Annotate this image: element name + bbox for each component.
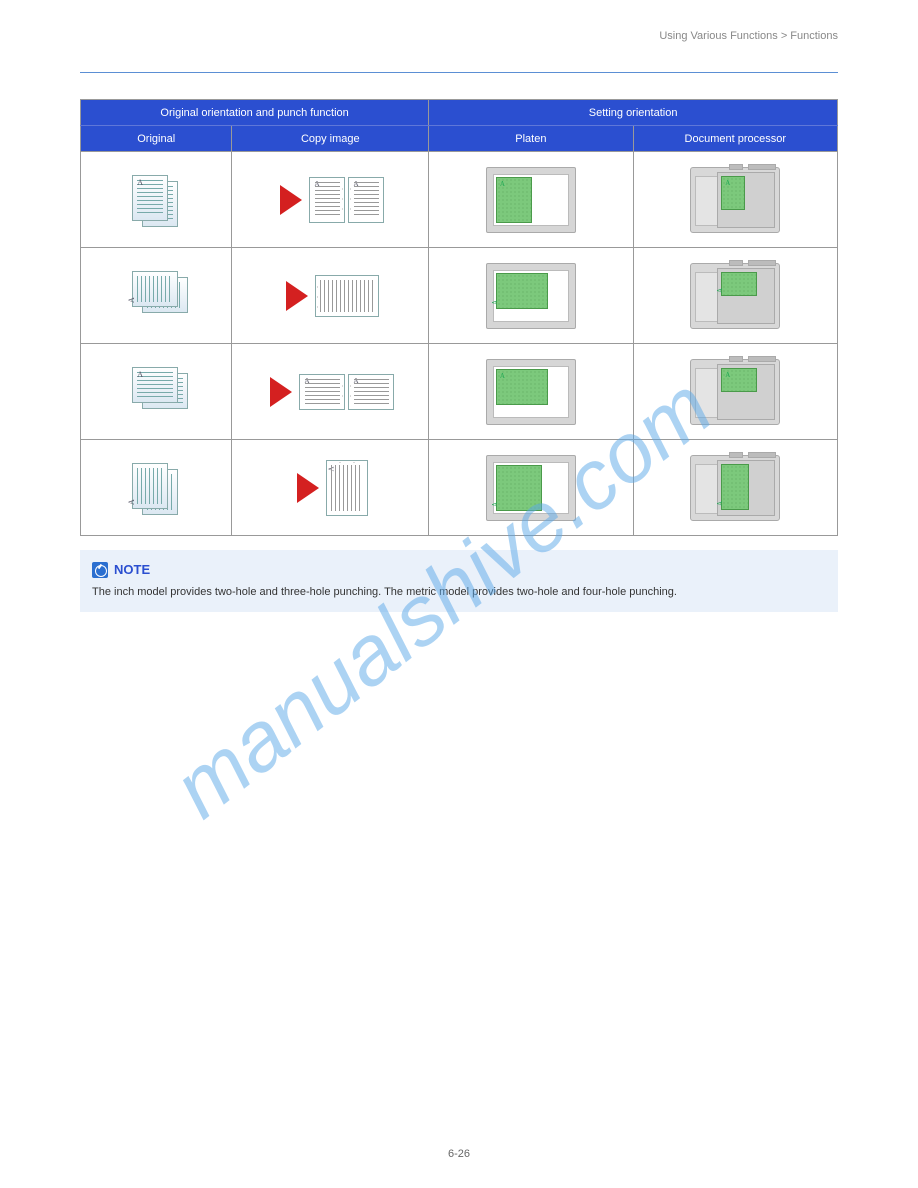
cell-original: A [81, 248, 232, 344]
table-row: A A A A [81, 152, 838, 248]
cell-platen: A [429, 440, 633, 536]
cell-copy: A A [232, 344, 429, 440]
cell-platen: A [429, 248, 633, 344]
cell-docproc: A [633, 152, 837, 248]
cell-platen: A [429, 344, 633, 440]
green-paper-icon: A [496, 465, 542, 511]
th-original: Original [81, 126, 232, 152]
copy-page-icon: A [309, 177, 345, 223]
original-front-page-icon: A [132, 367, 178, 403]
cell-original: A [81, 344, 232, 440]
platen-icon: A [486, 359, 576, 425]
cell-copy: A [232, 440, 429, 536]
note-icon [92, 562, 108, 578]
note-line1: The inch model provides two-hole and thr… [92, 584, 826, 601]
green-paper-icon: A [721, 368, 757, 392]
docproc-icon: A [690, 359, 780, 425]
note-header: NOTE [92, 560, 826, 580]
docproc-icon: A [690, 455, 780, 521]
th-setting: Setting orientation [429, 100, 838, 126]
cell-copy: A A [232, 152, 429, 248]
arrow-icon [280, 185, 302, 215]
cell-docproc: A [633, 440, 837, 536]
cell-copy [232, 248, 429, 344]
copy-page-icon: A [326, 460, 368, 516]
copy-page-icon: A [299, 374, 345, 410]
cell-original: A [81, 440, 232, 536]
th-copy: Copy image [232, 126, 429, 152]
original-front-page-icon: A [132, 175, 168, 221]
cell-platen: A [429, 152, 633, 248]
note-title: NOTE [114, 560, 150, 580]
header-rule [80, 72, 838, 73]
cell-original: A [81, 152, 232, 248]
green-paper-icon: A [721, 176, 745, 210]
th-docproc: Document processor [633, 126, 837, 152]
th-platen: Platen [429, 126, 633, 152]
green-paper-icon: A [496, 273, 548, 309]
table-row: A A A [81, 440, 838, 536]
cell-docproc: A [633, 344, 837, 440]
page: Using Various Functions > Functions Orig… [0, 0, 918, 612]
copy-page-icon: A [348, 177, 384, 223]
note-box: NOTE The inch model provides two-hole an… [80, 550, 838, 612]
page-number: 6-26 [0, 1148, 918, 1160]
platen-icon: A [486, 263, 576, 329]
header-bar: Using Various Functions > Functions [80, 30, 838, 42]
green-paper-icon: A [721, 272, 757, 296]
orientation-table: Original orientation and punch function … [80, 99, 838, 536]
arrow-icon [297, 473, 319, 503]
table-row: A A A A [81, 344, 838, 440]
platen-icon: A [486, 455, 576, 521]
copy-page-icon: A [348, 374, 394, 410]
cell-docproc: A [633, 248, 837, 344]
original-front-page-icon: A [132, 271, 178, 307]
header-right: Using Various Functions > Functions [659, 30, 838, 42]
green-paper-icon: A [496, 177, 532, 223]
arrow-icon [286, 281, 308, 311]
table-row: A A [81, 248, 838, 344]
docproc-icon: A [690, 167, 780, 233]
arrow-icon [270, 377, 292, 407]
green-paper-icon: A [496, 369, 548, 405]
copy-page-icon [315, 275, 379, 317]
original-front-page-icon: A [132, 463, 168, 509]
green-paper-icon: A [721, 464, 749, 510]
platen-icon: A [486, 167, 576, 233]
docproc-icon: A [690, 263, 780, 329]
th-orientation: Original orientation and punch function [81, 100, 429, 126]
